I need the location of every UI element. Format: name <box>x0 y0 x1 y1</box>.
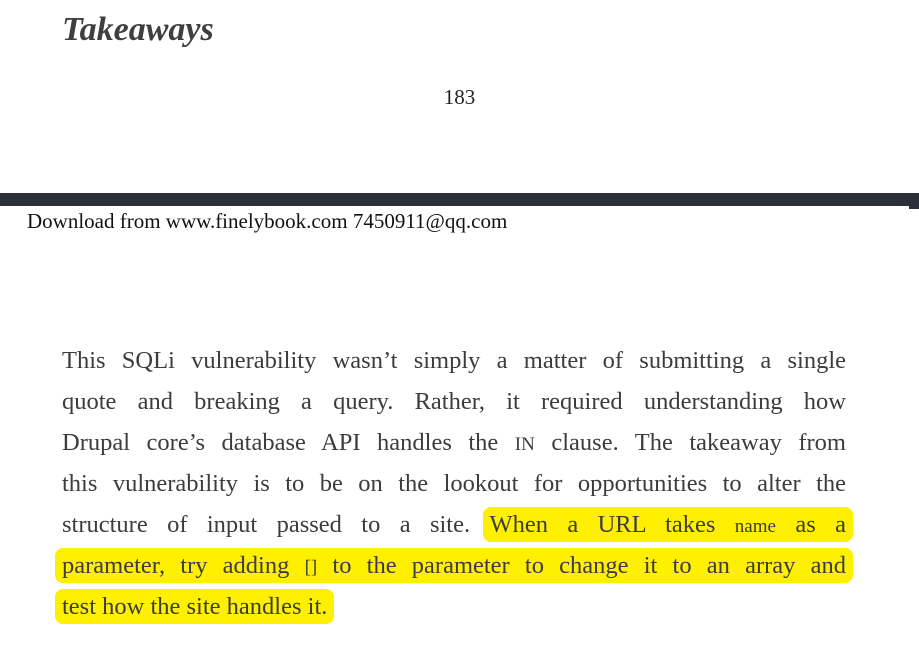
text-run: When a URL takes <box>489 511 735 538</box>
page-separator-notch <box>909 206 919 209</box>
text-run: quote and breaking a query. Rather, it r… <box>62 388 846 415</box>
text-run: parameter, try adding <box>62 552 305 579</box>
highlighted-text: parameter, try adding [] to the paramete… <box>55 548 853 583</box>
text-run: This SQLi vulnerability wasn’t simply a … <box>62 347 846 374</box>
highlighted-text: test how the site handles it. <box>55 589 335 624</box>
highlighted-text: When a URL takes name as a <box>482 507 853 542</box>
download-watermark-text: Download from www.finelybook.com 7450911… <box>27 209 508 233</box>
paragraph-line: This SQLi vulnerability wasn’t simply a … <box>62 340 846 381</box>
paragraph-line: parameter, try adding [] to the paramete… <box>55 545 853 586</box>
paragraph-line: quote and breaking a query. Rather, it r… <box>62 381 846 422</box>
text-run: as a <box>775 511 846 538</box>
page-number: 183 <box>443 85 476 109</box>
section-heading: Takeaways <box>62 11 214 48</box>
inline-code-in: IN <box>514 434 535 455</box>
takeaway-paragraph: This SQLi vulnerability wasn’t simply a … <box>55 340 853 627</box>
inline-code-brackets: [] <box>304 557 318 578</box>
paragraph-line: Drupal core’s database API handles the I… <box>62 422 846 463</box>
paragraph-line: structure of input passed to a site. Whe… <box>62 504 853 545</box>
page-separator-bar <box>0 193 919 206</box>
text-run: Drupal core’s database API handles the <box>62 429 515 456</box>
inline-code-name: name <box>734 516 776 537</box>
text-run: structure of input passed to a site. <box>62 511 490 538</box>
paragraph-line: test how the site handles it. <box>55 586 846 627</box>
text-run: to the parameter to change it to an arra… <box>317 552 846 579</box>
paragraph-line: this vulnerability is to be on the looko… <box>62 463 846 504</box>
text-run: clause. The takeaway from <box>534 429 846 456</box>
text-run: this vulnerability is to be on the looko… <box>62 470 846 497</box>
